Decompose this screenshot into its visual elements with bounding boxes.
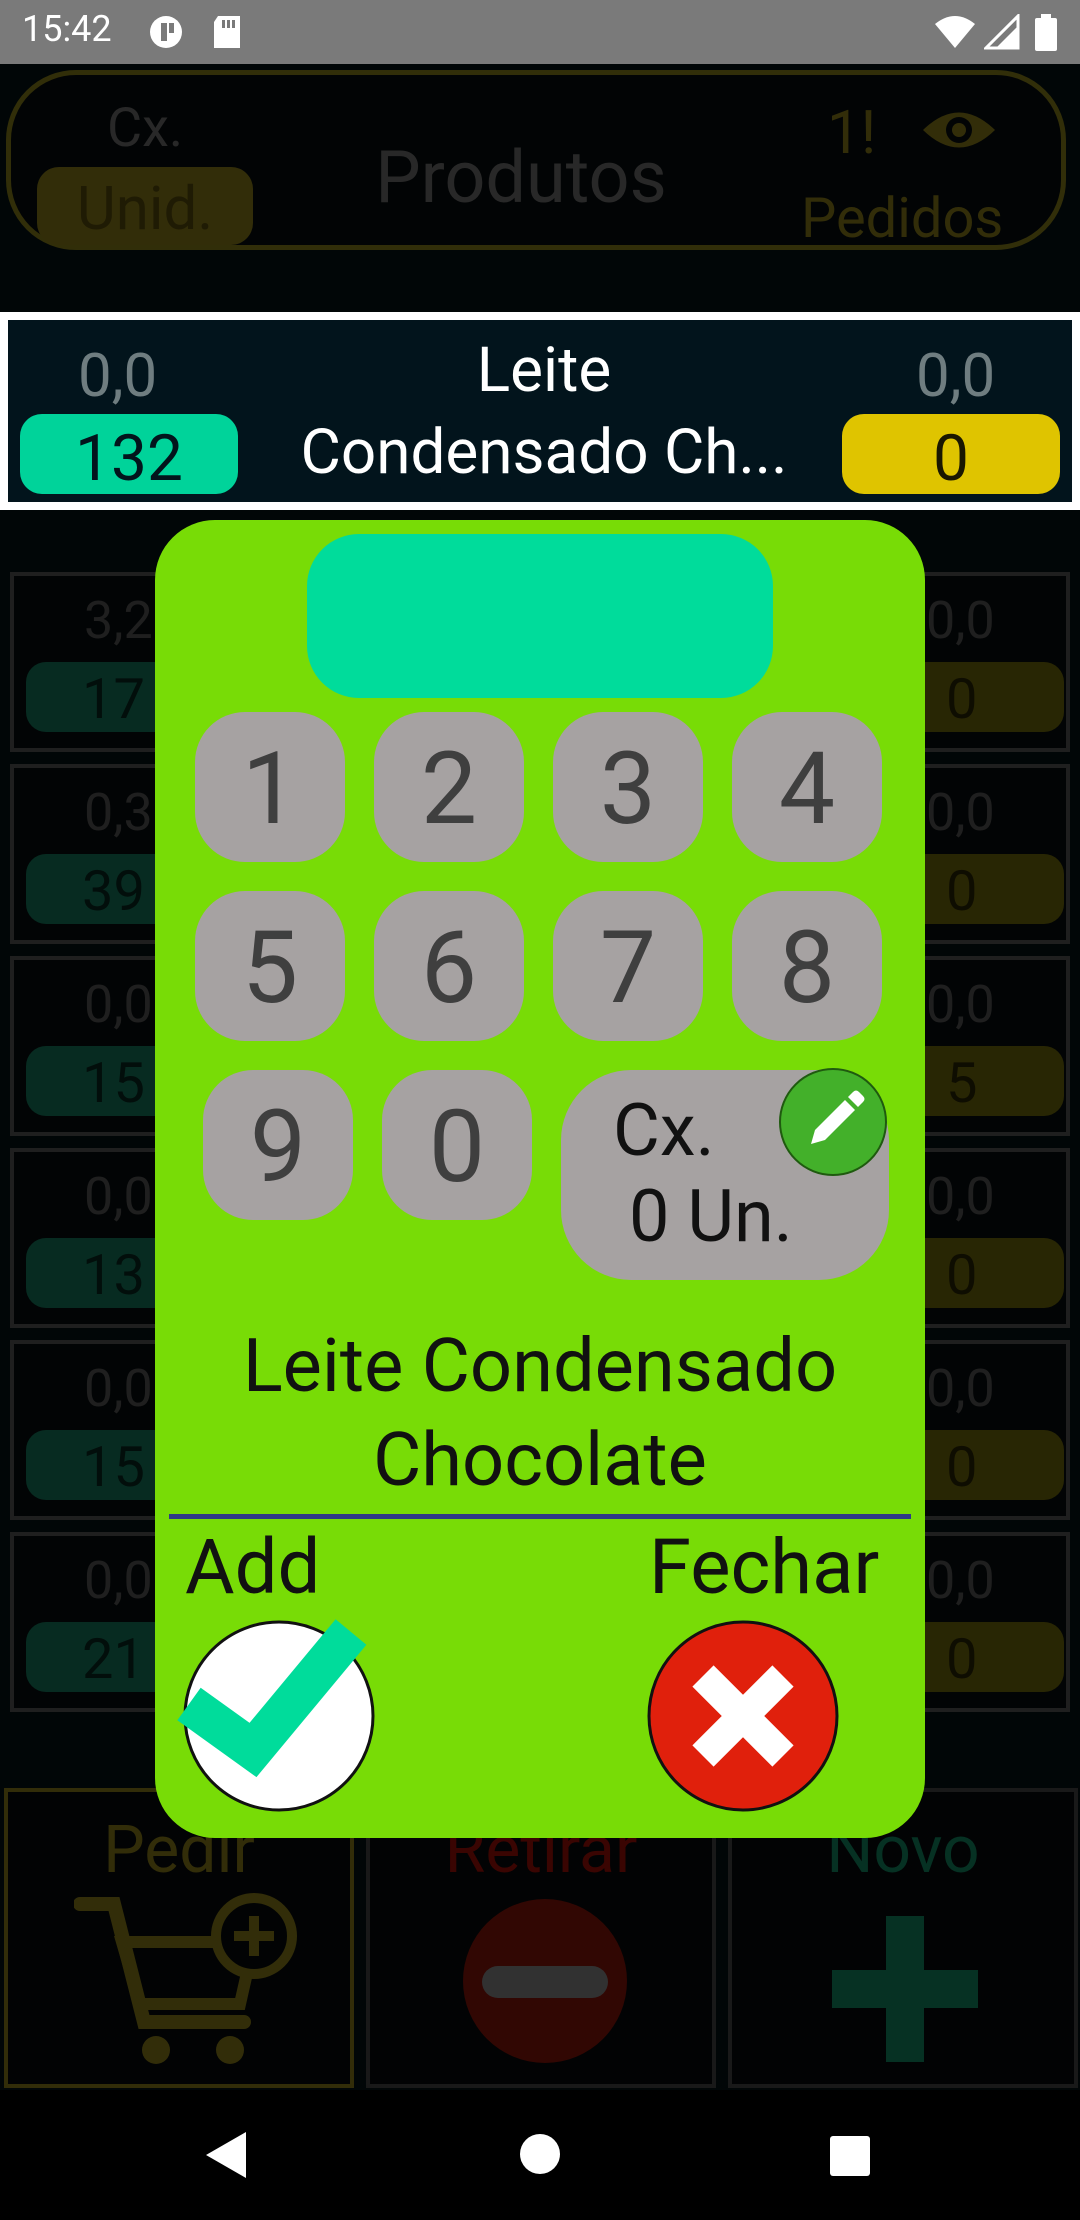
mode-box-label[interactable]: Cx. <box>107 97 183 160</box>
home-icon[interactable] <box>519 2133 561 2175</box>
key-8[interactable]: 8 <box>732 891 882 1041</box>
product-header: 0,0 132 Leite Condensado Ch... 0,0 0 <box>0 312 1080 510</box>
row-right-value: 0,0 <box>926 1550 995 1611</box>
close-label: Fechar <box>649 1522 880 1612</box>
back-icon[interactable] <box>204 2130 248 2180</box>
navigation-bar <box>0 2090 1080 2220</box>
order-value: 0,0 <box>916 340 996 411</box>
quantity-display <box>307 534 773 698</box>
row-left-value: 0,0 <box>84 974 153 1035</box>
row-right-value: 0,0 <box>926 1358 995 1419</box>
key-4[interactable]: 4 <box>732 712 882 862</box>
wifi-icon <box>935 16 975 48</box>
row-right-value: 0,0 <box>926 1166 995 1227</box>
status-time: 15:42 <box>22 8 112 50</box>
product-name-line2: Condensado Ch... <box>300 416 788 489</box>
pencil-icon <box>811 1090 865 1144</box>
orders-label[interactable]: Pedidos <box>801 185 1003 251</box>
key-5[interactable]: 5 <box>195 891 345 1041</box>
plus-icon <box>832 1916 978 2062</box>
key-7[interactable]: 7 <box>553 891 703 1041</box>
divider <box>169 1514 911 1519</box>
close-button[interactable] <box>647 1620 839 1812</box>
cart-add-icon <box>74 1893 297 2064</box>
screen-title: Produtos <box>375 135 667 220</box>
battery-icon <box>1035 14 1057 51</box>
row-right-value: 0,0 <box>926 974 995 1035</box>
row-left-value: 0,0 <box>84 1550 153 1611</box>
row-right-value: 0,0 <box>926 782 995 843</box>
row-left-value: 0,0 <box>84 1358 153 1419</box>
eye-icon[interactable] <box>921 105 997 155</box>
quantity-dialog: 1 2 3 4 5 6 7 8 9 0 Cx. 0 Un. Leite Cond… <box>155 520 925 1838</box>
key-3[interactable]: 3 <box>553 712 703 862</box>
key-2[interactable]: 2 <box>374 712 524 862</box>
unit-count: 0 Un. <box>629 1174 793 1259</box>
status-bar: 15:42 <box>0 0 1080 64</box>
mode-unit-toggle[interactable]: Unid. <box>37 167 253 245</box>
product-name-header: Leite Condensado Ch... <box>238 330 850 494</box>
unit-label: Cx. <box>613 1088 715 1173</box>
recents-icon[interactable] <box>829 2135 871 2177</box>
row-left-value: 0,3 <box>84 782 153 843</box>
row-left-value: 3,2 <box>84 590 153 651</box>
key-1[interactable]: 1 <box>195 712 345 862</box>
remove-circle-icon <box>463 1899 627 2063</box>
key-6[interactable]: 6 <box>374 891 524 1041</box>
sd-card-icon <box>214 16 240 48</box>
product-name: Leite Condensado Chocolate <box>242 1323 838 1504</box>
row-left-value: 0,0 <box>84 1166 153 1227</box>
edit-unit-button[interactable] <box>779 1068 887 1176</box>
top-bar: Cx. Unid. Produtos 1! Pedidos <box>6 70 1066 251</box>
key-0[interactable]: 0 <box>382 1070 532 1220</box>
add-button[interactable] <box>177 1619 375 1812</box>
signal-icon <box>984 14 1020 50</box>
stock-badge: 132 <box>20 414 238 496</box>
order-badge: 0 <box>842 414 1060 496</box>
stock-value: 0,0 <box>78 340 158 411</box>
orders-count: 1! <box>827 97 877 168</box>
app-notification-icon <box>150 16 182 48</box>
row-right-value: 0,0 <box>926 590 995 651</box>
product-name-line1: Leite <box>476 334 612 407</box>
add-label: Add <box>185 1522 321 1612</box>
key-9[interactable]: 9 <box>203 1070 353 1220</box>
